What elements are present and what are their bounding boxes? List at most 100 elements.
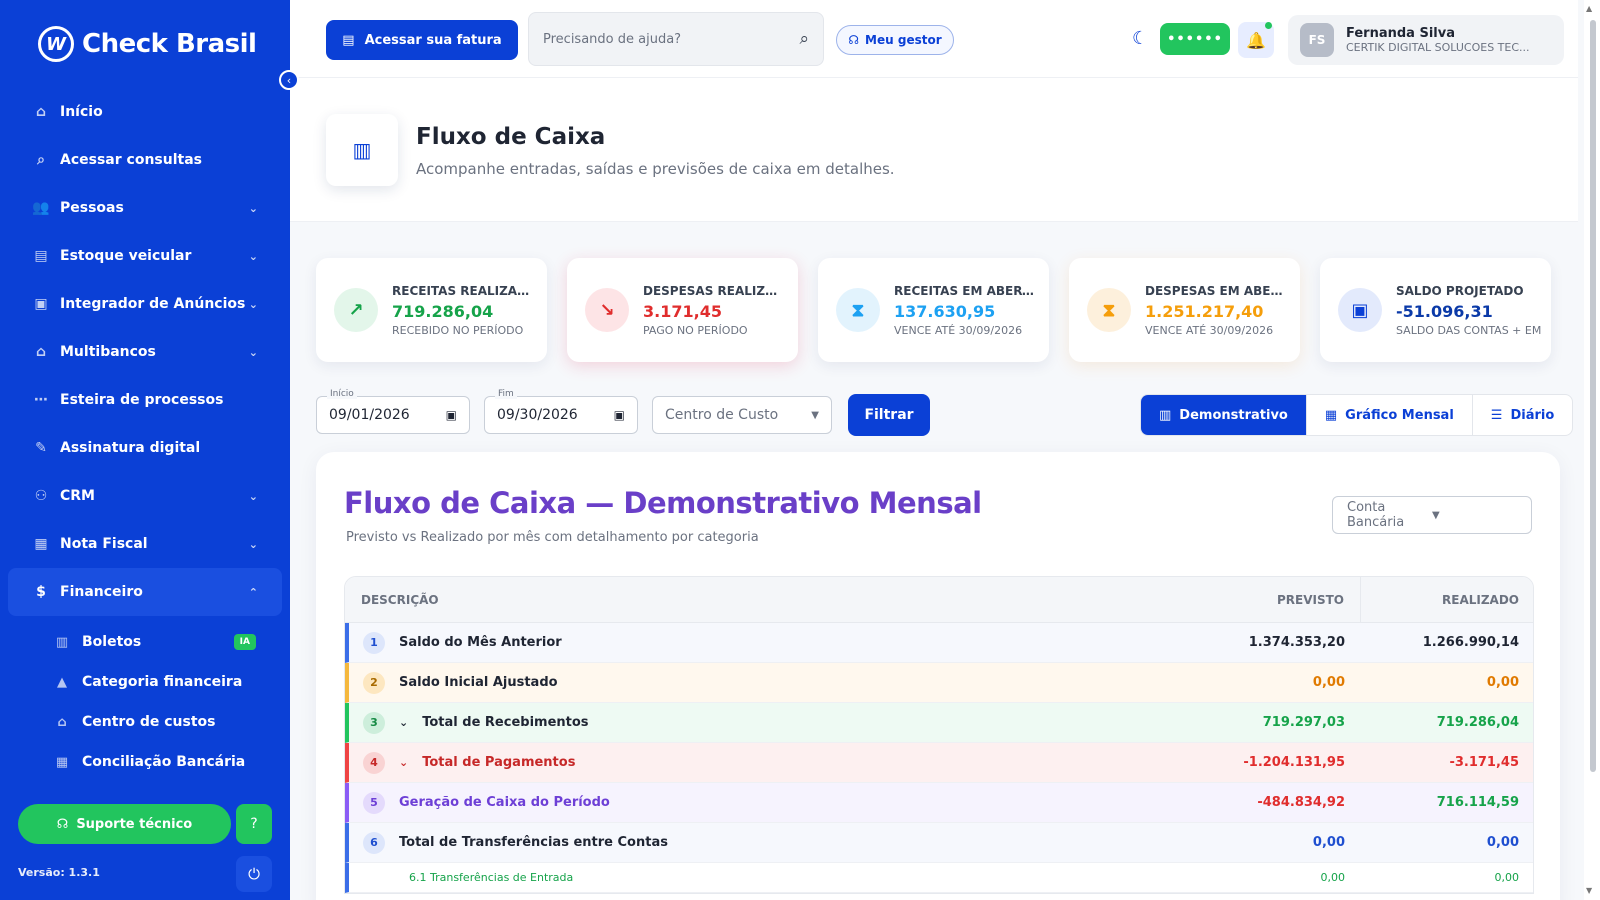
sidebar-item-assinatura[interactable]: ✎ Assinatura digital [8,424,282,472]
row-number: 3 [363,711,385,734]
card-receitas-aberto[interactable]: ⧗ RECEITAS EM ABERT... 137.630,95 VENCE … [818,258,1049,362]
help-button[interactable]: ? [236,804,272,844]
car-icon: ▤ [34,248,48,264]
tab-grafico-mensal[interactable]: ▦ Gráfico Mensal [1307,395,1473,435]
wallet-icon: ▣ [1338,288,1382,332]
status-pill[interactable]: •••••• [1160,23,1230,55]
finance-icon: $ [36,584,46,600]
trend-down-icon: ↘ [585,288,629,332]
card-despesas-aberto[interactable]: ⧗ DESPESAS EM ABER... 1.251.217,40 VENCE… [1069,258,1300,362]
filtrar-button[interactable]: Filtrar [848,394,930,436]
trend-up-icon: ↗ [334,288,378,332]
list-icon: ☰ [1490,407,1503,423]
chevron-left-icon: ‹ [286,73,292,87]
card-saldo-projetado[interactable]: ▣ SALDO PROJETADO -51.096,31 SALDO DAS C… [1320,258,1551,362]
row-realizado: -3.171,45 [1449,755,1519,770]
row-previsto: -1.204.131,95 [1243,755,1345,770]
row-number: 2 [363,671,385,694]
chevron-down-icon[interactable]: ⌄ [399,716,408,729]
sidebar-item-label: Assinatura digital [60,440,201,456]
calendar-icon[interactable]: ▣ [614,408,625,422]
brand-name: Check Brasil [82,29,257,59]
sidebar-item-crm[interactable]: ⚇ CRM ⌄ [8,472,282,520]
field-label: Início [327,389,357,399]
sidebar-subitem-categoria[interactable]: ▲ Categoria financeira [8,662,282,702]
bank-icon: ⌂ [57,714,67,730]
scrollbar-thumb[interactable] [1590,20,1596,772]
table-row-expandable[interactable]: 4 ⌄ Total de Pagamentos -1.204.131,95 -3.1… [345,743,1533,783]
tab-demonstrativo[interactable]: ▥ Demonstrativo [1141,395,1307,435]
tab-diario[interactable]: ☰ Diário [1473,395,1572,435]
table-icon: ▥ [1159,407,1172,423]
sidebar-item-pessoas[interactable]: 👥 Pessoas ⌄ [8,184,282,232]
tab-label: Gráfico Mensal [1345,407,1454,423]
bank-icon: ⌂ [35,344,47,360]
card-text: RECEITAS REALIZAD... 719.286,04 RECEBIDO… [392,284,533,337]
brand-logo[interactable]: W Check Brasil [38,26,257,62]
help-search-input[interactable]: Precisando de ajuda? ⌕ [528,12,824,66]
card-note: VENCE ATÉ 30/09/2026 [894,323,1023,337]
notifications-button[interactable]: 🔔 [1238,22,1274,58]
col-realizado: REALIZADO [1442,592,1519,607]
row-realizado: 719.286,04 [1436,715,1519,730]
chevron-down-icon[interactable]: ⌄ [399,756,408,769]
select-placeholder: Centro de Custo [665,407,779,423]
row-description: Total de Transferências entre Contas [399,835,668,850]
row-realizado: 716.114,59 [1436,795,1519,810]
card-text: DESPESAS EM ABER... 1.251.217,40 VENCE A… [1145,284,1286,337]
chevron-down-icon: ⌄ [248,489,258,503]
card-despesas-realizadas[interactable]: ↘ DESPESAS REALIZA... 3.171,45 PAGO NO P… [567,258,798,362]
card-label: RECEITAS REALIZAD... [392,283,533,298]
ia-badge: IA [233,634,256,650]
user-menu[interactable]: FS Fernanda Silva CERTIK DIGITAL SOLUCOE… [1288,15,1564,65]
hourglass-icon: ⧗ [836,288,880,332]
scroll-up-icon[interactable]: ▲ [1586,4,1592,13]
chevron-up-icon: ⌃ [248,585,258,599]
scroll-down-icon[interactable]: ▼ [1586,886,1592,895]
sidebar-item-integrador[interactable]: ▣ Integrador de Anúncios ⌄ [8,280,282,328]
sidebar-subitem-centro-custos[interactable]: ⌂ Centro de custos [8,702,282,742]
sidebar-subitem-conciliacao[interactable]: ▦ Conciliação Bancária [8,742,282,782]
sidebar-item-esteira[interactable]: ⋯ Esteira de processos [8,376,282,424]
page-subtitle: Acompanhe entradas, saídas e previsões d… [416,160,895,178]
row-number: 1 [363,631,385,654]
field-value: 09/30/2026 [497,407,578,423]
row-description: Geração de Caixa do Período [399,795,610,810]
help-icon: ? [250,816,258,832]
tab-label: Demonstrativo [1179,407,1288,423]
card-receitas-realizadas[interactable]: ↗ RECEITAS REALIZAD... 719.286,04 RECEBI… [316,258,547,362]
sidebar-item-inicio[interactable]: ⌂ Início [8,88,282,136]
sidebar-item-nota-fiscal[interactable]: ▦ Nota Fiscal ⌄ [8,520,282,568]
sidebar-item-label: CRM [60,488,95,504]
logout-button[interactable]: ⏻ [236,856,272,892]
fatura-button[interactable]: ▤ Acessar sua fatura [326,20,518,60]
sidebar-nav: ⌂ Início ⌕ Acessar consultas 👥 Pessoas ⌄ ▤ Es… [8,88,282,782]
dark-mode-toggle-icon[interactable]: ☾ [1132,28,1148,49]
sidebar-item-financeiro[interactable]: $ Financeiro ⌃ [8,568,282,616]
search-icon[interactable]: ⌕ [799,29,809,49]
category-icon: ▲ [57,674,67,690]
headset-icon: ☊ [56,816,69,832]
dropdown-arrow-icon: ▼ [811,409,819,421]
sidebar-item-multibancos[interactable]: ⌂ Multibancos ⌄ [8,328,282,376]
view-switcher: ▥ Demonstrativo ▦ Gráfico Mensal ☰ Diário [1140,394,1574,436]
fim-date-field[interactable]: Fim 09/30/2026 ▣ [484,389,638,434]
support-button[interactable]: ☊ Suporte técnico [18,804,231,844]
card-value: 1.251.217,40 [1145,301,1264,321]
row-previsto: -484.834,92 [1257,795,1345,810]
centro-custo-select[interactable]: Centro de Custo ▼ [652,396,832,434]
row-number: 6 [363,831,385,854]
sidebar-collapse-button[interactable]: ‹ [279,70,299,90]
conta-bancaria-select[interactable]: Conta Bancária ▼ [1332,496,1532,534]
card-text: SALDO PROJETADO -51.096,31 SALDO DAS CON… [1396,284,1541,337]
sidebar-subitem-boletos[interactable]: ▥ Boletos IA [8,622,282,662]
calendar-icon[interactable]: ▣ [446,408,457,422]
calendar-icon: ▦ [1324,407,1338,423]
meu-gestor-button[interactable]: ☊ Meu gestor [836,25,954,55]
table-row-expandable[interactable]: 3 ⌄ Total de Recebimentos 719.297,03 719.2… [345,703,1533,743]
sidebar-item-consultas[interactable]: ⌕ Acessar consultas [8,136,282,184]
inicio-date-field[interactable]: Início 09/01/2026 ▣ [316,389,470,434]
sidebar-item-estoque[interactable]: ▤ Estoque veicular ⌄ [8,232,282,280]
card-value: 137.630,95 [894,301,996,321]
select-placeholder: Conta Bancária [1347,500,1405,530]
